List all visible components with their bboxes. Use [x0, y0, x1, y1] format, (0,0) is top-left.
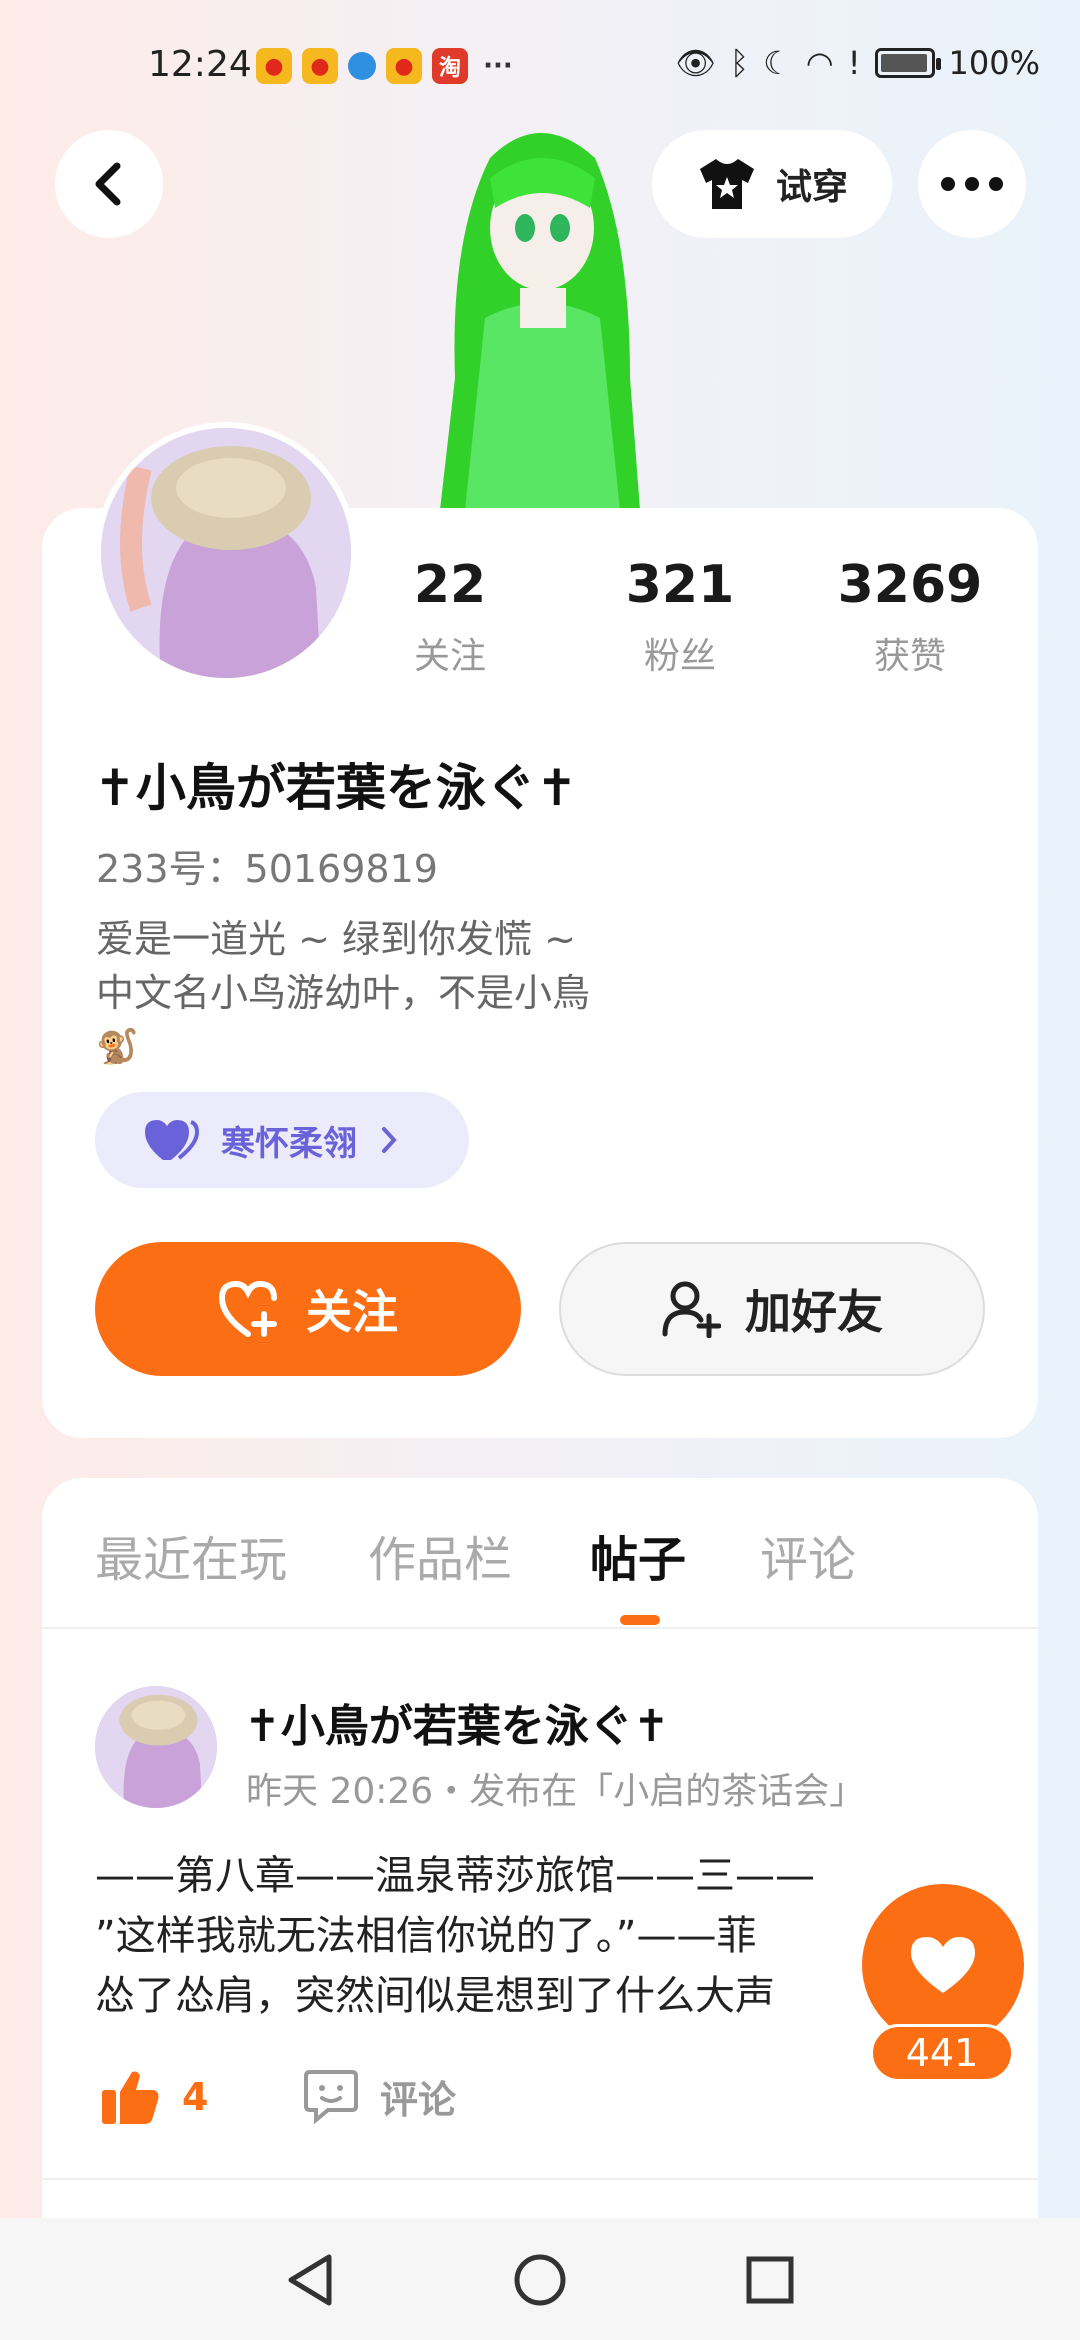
stat-value: 22: [413, 555, 487, 615]
like-count: 4: [182, 2075, 209, 2119]
moon-icon: ☾: [763, 44, 792, 82]
tab-divider: [42, 1627, 1038, 1629]
monkey-emoji-icon: 🐒: [96, 1027, 139, 1067]
more-dots-icon: [941, 177, 1003, 191]
eye-icon: 👁: [675, 44, 716, 82]
heart-icon: [911, 1937, 975, 1993]
post-meta: 昨天 20:26・发布在「小启的茶话会」: [246, 1771, 866, 1812]
stat-label: 粉丝: [643, 636, 716, 677]
follow-button[interactable]: 关注: [95, 1242, 521, 1376]
bluetooth-icon: ᛒ: [729, 44, 750, 82]
stat-fans[interactable]: 321 粉丝: [580, 555, 780, 679]
notification-icons: ● ● ● 淘 ···: [256, 48, 518, 84]
thumbs-up-icon: [102, 2071, 159, 2124]
circle-home-icon: [514, 2254, 566, 2306]
post-like-button[interactable]: 4: [100, 2068, 208, 2126]
battery-percent: 100%: [948, 44, 1040, 82]
bio-line: 中文名小鸟游幼叶，不是小鳥: [96, 971, 591, 1015]
add-friend-button[interactable]: 加好友: [559, 1242, 985, 1376]
post-comment-button[interactable]: 评论: [302, 2068, 456, 2124]
nav-recents-button[interactable]: [738, 2248, 802, 2312]
profile-bio: 爱是一道光 ~ 绿到你发慌 ~ 中文名小鸟游幼叶，不是小鳥 🐒: [96, 912, 590, 1074]
stat-label: 获赞: [873, 636, 946, 677]
heart-plus-icon: [218, 1280, 277, 1337]
system-icons: 👁 ᛒ ☾ ◠ ! 100%: [675, 44, 1040, 82]
bio-line: 爱是一道光 ~ 绿到你发慌 ~: [96, 917, 576, 961]
tab-posts[interactable]: 帖子: [590, 1520, 686, 1590]
post-author-avatar[interactable]: [95, 1686, 217, 1808]
try-on-label: 试穿: [775, 167, 848, 208]
nav-home-button[interactable]: [508, 2248, 572, 2312]
profile-tabs: 最近在玩 作品栏 帖子 评论: [0, 1520, 1080, 1620]
more-options-button[interactable]: [918, 130, 1026, 238]
user-plus-icon: [662, 1281, 721, 1338]
stat-likes[interactable]: 3269 获赞: [810, 555, 1010, 679]
post-author-name[interactable]: ✝小鳥が若葉を泳ぐ✝: [244, 1690, 670, 1754]
post-body[interactable]: ——第八章——温泉蒂莎旅馆——三—— ”这样我就无法相信你说的了。”——菲 怂了…: [95, 1846, 955, 2026]
post-divider: [42, 2178, 1038, 2180]
stat-following[interactable]: 22 关注: [350, 555, 550, 679]
stat-value: 3269: [837, 555, 983, 615]
battery-icon: [874, 48, 941, 78]
comment-label: 评论: [380, 2077, 457, 2122]
post-line: ”这样我就无法相信你说的了。”——菲: [95, 1913, 757, 1959]
status-bar: 12:24 ● ● ● 淘 ··· 👁 ᛒ ☾ ◠ ! 100%: [0, 0, 1080, 130]
badge-label: 寒怀柔翎: [221, 1123, 357, 1164]
weibo-icon: ●: [386, 48, 422, 84]
taobao-icon: 淘: [432, 48, 468, 84]
comment-icon: [304, 2070, 358, 2124]
stat-value: 321: [625, 555, 735, 615]
tab-comments[interactable]: 评论: [760, 1520, 856, 1590]
tab-indicator: [620, 1615, 660, 1625]
back-button[interactable]: [55, 130, 163, 238]
nav-back-button[interactable]: [278, 2248, 342, 2312]
more-notifications-icon: ···: [483, 51, 513, 81]
profile-user-id[interactable]: 233号：50169819: [96, 838, 438, 893]
badge-button[interactable]: 寒怀柔翎: [95, 1092, 469, 1188]
system-nav-bar: [0, 2218, 1080, 2340]
triangle-back-icon: [288, 2254, 332, 2306]
tshirt-icon: [699, 159, 754, 209]
follow-label: 关注: [306, 1285, 398, 1339]
avatar-image: [95, 1686, 217, 1808]
tab-works[interactable]: 作品栏: [368, 1520, 512, 1590]
weibo-icon: ●: [256, 48, 292, 84]
try-on-button[interactable]: 试穿: [652, 130, 892, 238]
profile-username: ✝小鳥が若葉を泳ぐ✝: [94, 759, 578, 817]
floating-like-button[interactable]: [862, 1884, 1024, 2046]
square-recents-icon: [746, 2256, 794, 2304]
post-line: ——第八章——温泉蒂莎旅馆——三——: [95, 1853, 815, 1899]
globe-icon: [348, 52, 376, 80]
profile-avatar[interactable]: [95, 422, 357, 684]
chevron-left-icon: [95, 162, 121, 206]
chevron-right-icon: [382, 1127, 397, 1153]
alert-icon: !: [847, 44, 861, 82]
tab-recently-played[interactable]: 最近在玩: [95, 1520, 287, 1590]
weibo-icon: ●: [302, 48, 338, 84]
stat-label: 关注: [413, 636, 486, 677]
floating-like-count: 441: [870, 2024, 1014, 2082]
post-line: 怂了怂肩，突然间似是想到了什么大声: [95, 1973, 775, 2019]
wifi-icon: ◠: [805, 44, 834, 82]
avatar-image: [101, 428, 351, 678]
status-time: 12:24: [148, 44, 252, 85]
add-friend-label: 加好友: [745, 1285, 883, 1339]
heart-badge-icon: [145, 1120, 199, 1160]
